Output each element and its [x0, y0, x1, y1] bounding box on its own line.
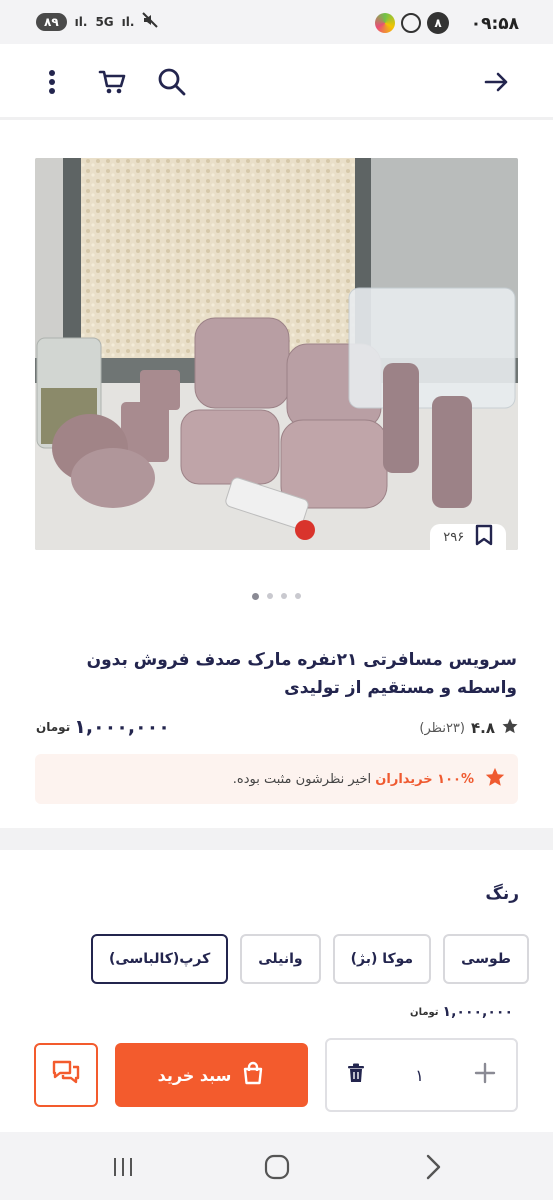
status-bar: ۸۹ ıl. 5G ıl. ۸ ۰۹:۵۸ — [0, 0, 553, 44]
delete-icon[interactable] — [347, 1063, 365, 1087]
carousel-dot[interactable] — [252, 593, 259, 600]
cart-icon[interactable] — [94, 64, 130, 100]
color-option-mocha[interactable]: موکا (بژ) — [332, 934, 432, 984]
plus-icon[interactable] — [474, 1062, 496, 1088]
color-option-vanilla[interactable]: وانیلی — [240, 934, 321, 984]
color-options: طوسی موکا (بژ) وانیلی کرپ(کالباسی) — [90, 934, 529, 984]
quantity-stepper: ۱ — [325, 1038, 518, 1112]
chat-icon — [51, 1059, 81, 1091]
system-nav-bar — [0, 1132, 553, 1200]
price-value: ۱,۰۰۰,۰۰۰ — [74, 716, 170, 738]
star-icon — [501, 717, 519, 739]
bookmark-count: ۲۹۶ — [443, 529, 465, 545]
system-back-icon[interactable] — [418, 1152, 448, 1182]
battery-indicator: ۸۹ — [36, 13, 67, 31]
satisfaction-text: ۱۰۰% خریداران اخیر نظرشون مثبت بوده. — [233, 772, 474, 787]
color-option-crepe[interactable]: کرپ(کالباسی) — [90, 934, 229, 984]
status-notification-icons: ۸ — [375, 12, 449, 34]
product-image[interactable]: ۲۹۶ — [35, 158, 518, 550]
signal-icon: ıl. — [74, 15, 88, 29]
network-type: 5G — [95, 15, 114, 29]
product-photo-illustration — [35, 158, 518, 550]
product-title: سرویس مسافرتی ۲۱نفره مارک صدف فروش بدون … — [86, 650, 517, 698]
quantity-value[interactable]: ۱ — [415, 1066, 424, 1085]
rating-value: ۴.۸ — [470, 719, 495, 737]
product-rating[interactable]: ۴.۸ (۲۳نظر) — [419, 717, 519, 739]
variant-price-value: ۱,۰۰۰,۰۰۰ — [442, 1004, 513, 1020]
currency-label: تومان — [410, 1006, 439, 1018]
product-price: تومان ۱,۰۰۰,۰۰۰ — [36, 716, 170, 738]
carousel-dots — [0, 593, 553, 600]
status-left-group: ۸۹ ıl. 5G ıl. — [36, 12, 159, 32]
rating-count: (۲۳نظر) — [419, 720, 465, 736]
currency-label: تومان — [36, 720, 71, 734]
signal-icon-2: ıl. — [121, 15, 135, 29]
carousel-dot[interactable] — [295, 593, 301, 599]
add-to-cart-button[interactable]: سبد خرید — [115, 1043, 308, 1107]
bookmark-icon — [475, 524, 493, 550]
buyer-satisfaction-banner: ۱۰۰% خریداران اخیر نظرشون مثبت بوده. — [35, 754, 518, 804]
star-badge-icon — [484, 766, 506, 792]
section-divider — [0, 828, 553, 850]
top-nav — [0, 44, 553, 120]
satisfaction-rest: اخیر نظرشون مثبت بوده. — [232, 771, 376, 787]
home-icon[interactable] — [262, 1152, 292, 1182]
back-arrow-icon[interactable] — [478, 64, 514, 100]
mute-icon — [142, 12, 159, 32]
chat-button[interactable] — [34, 1043, 98, 1107]
recent-apps-icon[interactable] — [108, 1152, 138, 1182]
search-icon[interactable] — [154, 64, 190, 100]
selected-variant-price: تومان ۱,۰۰۰,۰۰۰ — [410, 1004, 513, 1020]
satisfaction-percent: ۱۰۰% خریداران — [375, 771, 474, 787]
carousel-dot[interactable] — [281, 593, 287, 599]
color-option-gray[interactable]: طوسی — [443, 934, 529, 984]
more-menu-icon[interactable] — [34, 64, 70, 100]
carousel-dot[interactable] — [267, 593, 273, 599]
app-notification-icon — [375, 13, 395, 33]
add-to-cart-label: سبد خرید — [157, 1065, 232, 1085]
color-section-label: رنگ — [485, 884, 519, 904]
status-time: ۰۹:۵۸ — [470, 14, 519, 34]
app-e-icon — [401, 13, 421, 33]
notification-count-badge: ۸ — [427, 12, 449, 34]
shopping-bag-icon — [241, 1061, 265, 1089]
bookmark-button[interactable]: ۲۹۶ — [430, 524, 506, 550]
